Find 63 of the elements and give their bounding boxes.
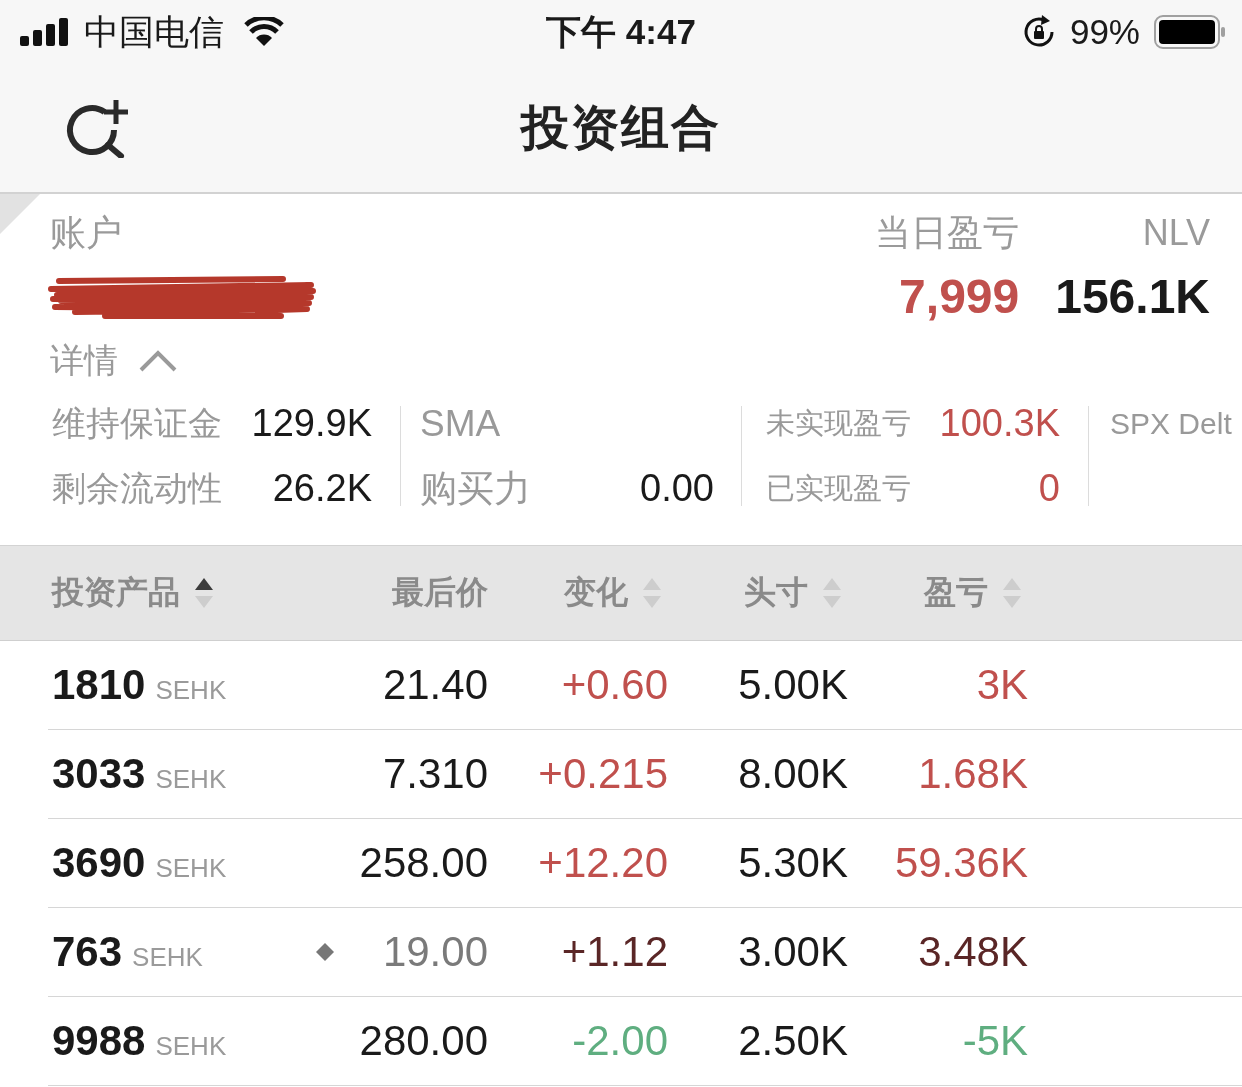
metric-value: 0: [1038, 467, 1060, 510]
exchange-label: SEHK: [155, 853, 227, 884]
battery-percent: 99%: [1069, 12, 1140, 52]
pnl-cell: -5K: [962, 1017, 1028, 1065]
exchange-label: SEHK: [155, 1031, 227, 1062]
search-add-icon[interactable]: [64, 98, 130, 158]
carrier-name: 中国电信: [84, 12, 224, 52]
status-time: 下午 4:47: [546, 12, 696, 52]
column-header[interactable]: 投资产品: [48, 571, 214, 615]
change-cell: +1.12: [561, 928, 668, 976]
nlv-value: 156.1K: [1055, 268, 1210, 324]
signal-icon: [20, 18, 70, 46]
metric-value: 0.00: [640, 467, 714, 510]
metric-label: 剩余流动性: [52, 467, 222, 509]
change-cell: +0.60: [561, 661, 668, 709]
details-toggle[interactable]: 详情: [50, 338, 178, 384]
column-header[interactable]: 最后价: [392, 571, 488, 615]
last-price-cell: 280.00: [359, 1017, 488, 1065]
column-header[interactable]: 头寸: [744, 571, 842, 615]
position-cell: 8.00K: [738, 750, 848, 798]
change-cell: -2.00: [572, 1017, 668, 1065]
position-cell: 2.50K: [738, 1017, 848, 1065]
column-header[interactable]: 盈亏: [924, 571, 1022, 615]
pnl-cell: 3K: [976, 661, 1028, 709]
last-price-cell: 258.00: [359, 839, 488, 887]
exchange-label: SEHK: [155, 764, 227, 795]
change-cell: +12.20: [538, 839, 668, 887]
corner-triangle-icon: [0, 194, 40, 234]
metric-value: 26.2K: [272, 467, 372, 510]
metric-label: 维持保证金: [52, 402, 222, 444]
position-cell: 5.30K: [738, 839, 848, 887]
metric-label: 已实现盈亏: [766, 470, 911, 506]
account-label: 账户: [50, 210, 122, 255]
change-cell: +0.215: [538, 750, 668, 798]
stock-code: 763: [52, 928, 123, 976]
last-price-cell: 19.00: [382, 928, 488, 976]
metric-label: SMA: [420, 402, 502, 445]
column-header[interactable]: 变化: [564, 571, 662, 615]
metric-value: 100.3K: [939, 402, 1060, 445]
daily-pnl-value: 7,999: [899, 268, 1020, 324]
metric-label: 购买力: [420, 466, 531, 511]
exchange-label: SEHK: [155, 675, 227, 706]
metric-label: 未实现盈亏: [766, 405, 911, 441]
pnl-cell: 3.48K: [918, 928, 1028, 976]
last-price-cell: 21.40: [382, 661, 488, 709]
position-cell: 5.00K: [738, 661, 848, 709]
wifi-icon: [244, 17, 284, 47]
metric-value: 129.9K: [251, 402, 372, 445]
stock-code: 3033: [52, 750, 146, 798]
pnl-cell: 1.68K: [918, 750, 1028, 798]
rotation-lock-icon: [1021, 15, 1056, 49]
stock-code: 1810: [52, 661, 146, 709]
metric-label: SPX Delt: [1110, 406, 1232, 441]
nlv-label: NLV: [1142, 212, 1210, 254]
last-price-cell: 7.310: [382, 750, 488, 798]
pnl-cell: 59.36K: [894, 839, 1028, 887]
stock-code: 3690: [52, 839, 146, 887]
page-title: 投资组合: [521, 100, 721, 156]
exchange-label: SEHK: [132, 942, 203, 973]
stock-code: 9988: [52, 1017, 146, 1065]
daily-pnl-label: 当日盈亏: [875, 210, 1020, 255]
position-cell: 3.00K: [738, 928, 848, 976]
battery-icon: [1154, 15, 1226, 49]
